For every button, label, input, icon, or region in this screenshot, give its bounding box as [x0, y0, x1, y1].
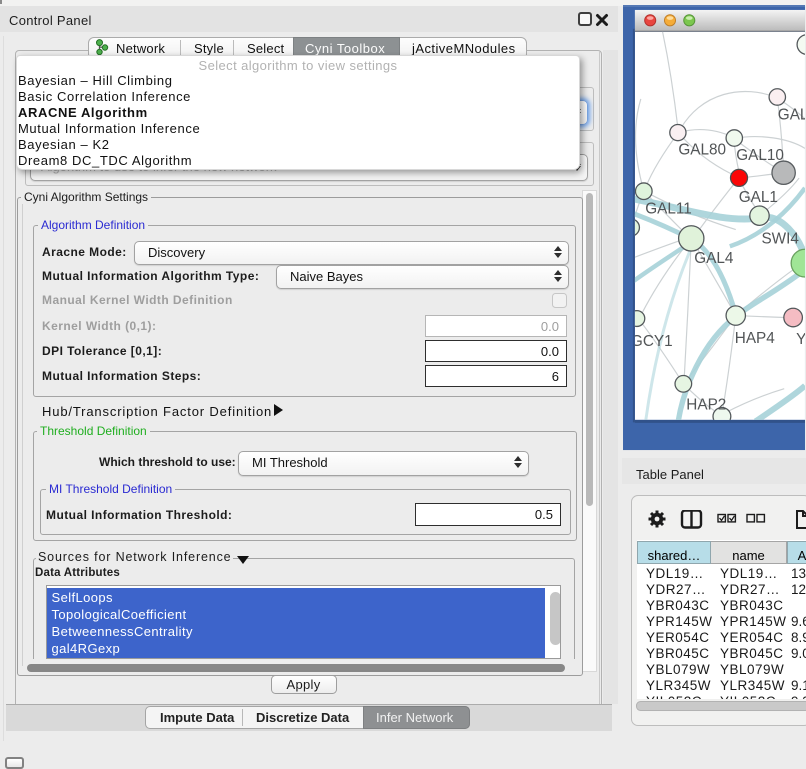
svg-text:GAL10: GAL10: [736, 147, 784, 164]
svg-text:GCY1: GCY1: [631, 333, 673, 350]
svg-text:GAL4: GAL4: [694, 250, 734, 267]
svg-text:GAL11: GAL11: [645, 201, 692, 218]
svg-text:YKL1: YKL1: [796, 331, 806, 348]
svg-text:GAL7: GAL7: [778, 107, 806, 124]
svg-text:GAL80: GAL80: [678, 141, 726, 158]
svg-text:SWI4: SWI4: [761, 230, 799, 247]
svg-text:HAP4: HAP4: [735, 330, 775, 347]
svg-text:GAL1: GAL1: [739, 189, 778, 206]
svg-text:HAP2: HAP2: [686, 397, 726, 414]
